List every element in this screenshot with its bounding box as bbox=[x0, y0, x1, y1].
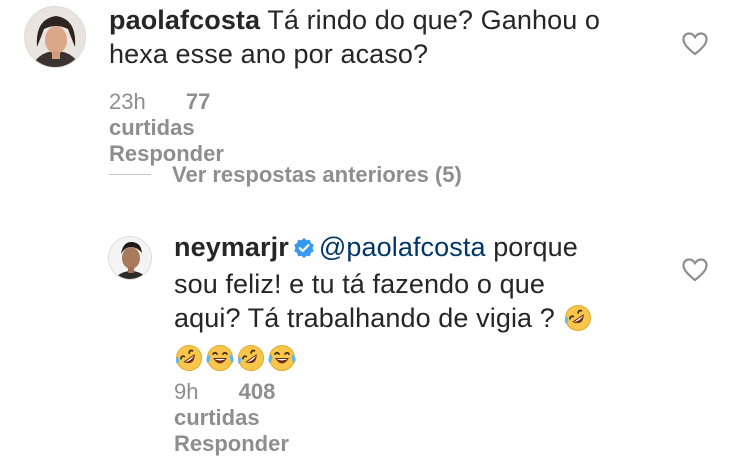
comment-time[interactable]: 23h bbox=[109, 89, 146, 114]
mention-link[interactable]: @paolafcosta bbox=[319, 232, 486, 262]
heart-icon[interactable] bbox=[682, 258, 708, 287]
reply-body-line2: sou feliz! e tu tá fazendo o que bbox=[174, 269, 545, 299]
view-previous-replies-button[interactable]: Ver respostas anteriores (5) bbox=[172, 162, 462, 188]
rolling-on-floor-laughing-emoji bbox=[174, 343, 204, 381]
laughing-tears-emoji bbox=[266, 343, 298, 381]
avatar[interactable] bbox=[24, 6, 86, 68]
comment-body-line1: Tá rindo do que? Ganhou o bbox=[267, 5, 601, 35]
laughing-tears-emoji bbox=[204, 343, 236, 381]
verified-badge-icon bbox=[293, 233, 315, 267]
reply-button[interactable]: Responder bbox=[174, 431, 289, 456]
profile-photo-icon bbox=[109, 237, 151, 279]
heart-icon[interactable] bbox=[682, 32, 708, 61]
rolling-on-floor-laughing-emoji bbox=[563, 303, 593, 341]
profile-photo-icon bbox=[25, 7, 85, 67]
reply-meta: 9h 408 curtidas Responder bbox=[174, 379, 323, 457]
avatar[interactable] bbox=[108, 236, 152, 280]
reply-time[interactable]: 9h bbox=[174, 379, 198, 404]
comment-meta: 23h 77 curtidas Responder bbox=[109, 89, 258, 167]
reply-username[interactable]: neymarjr bbox=[174, 232, 289, 262]
replies-divider bbox=[109, 174, 151, 175]
reply-text: neymarjr @paolafcosta porque sou feliz! e… bbox=[174, 230, 694, 381]
reply-body-line3: aqui? Tá trabalhando de vigia ? bbox=[174, 303, 555, 333]
rolling-on-floor-laughing-emoji bbox=[236, 343, 266, 381]
comment-username[interactable]: paolafcosta bbox=[109, 5, 260, 35]
comment-text: paolafcosta Tá rindo do que? Ganhou o he… bbox=[109, 3, 709, 71]
comment-body-line2: hexa esse ano por acaso? bbox=[109, 39, 429, 69]
reply-body-line1: porque bbox=[485, 232, 578, 262]
